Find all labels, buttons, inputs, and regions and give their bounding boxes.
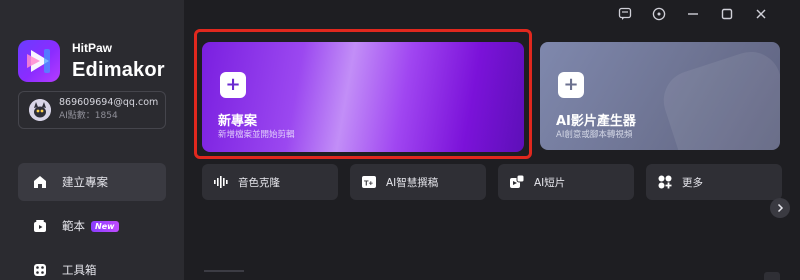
sidebar-item-templates[interactable]: 範本 New [18,207,166,245]
section-heading-stub [204,270,244,280]
brand-product: Edimakor [72,59,165,81]
scroll-stub [764,272,780,280]
brand-company: HitPaw [72,41,113,55]
ai-video-generator-card[interactable]: + AI影片產生器 AI創意或腳本轉視頻 [540,42,780,150]
sidebar-item-label: 建立專案 [62,175,108,189]
tool-label: 音色克隆 [238,176,280,189]
brand: HitPaw Edimakor [18,40,165,82]
chevron-right-icon [777,203,784,213]
grid-more-icon [656,173,674,191]
tool-label: AI智慧撰稿 [386,176,439,189]
ai-video-title: AI影片產生器 [556,114,636,129]
template-icon [30,216,50,236]
feedback-icon[interactable] [608,5,642,23]
avatar [29,99,51,121]
new-badge: New [91,220,119,232]
tool-label: 更多 [682,176,703,189]
sidebar-item-toolbox[interactable]: 工具箱 [18,251,166,280]
scroll-right-button[interactable] [770,198,790,218]
ai-clip-icon [508,173,526,191]
account-card[interactable]: 869609694@qq.com AI點數：1854 [18,91,166,129]
account-points: AI點數：1854 [59,111,118,122]
info-icon[interactable] [642,5,676,23]
sidebar-item-create-project[interactable]: 建立專案 [18,163,166,201]
ai-script-button[interactable]: T+ AI智慧撰稿 [350,164,486,200]
sidebar-item-label: 工具箱 [62,263,97,277]
ai-video-subtitle: AI創意或腳本轉視頻 [556,130,633,140]
ai-script-icon: T+ [360,173,378,191]
plus-icon: + [558,72,584,98]
waveform-icon [212,173,230,191]
window-controls [608,5,778,23]
more-tools-button[interactable]: 更多 [646,164,782,200]
highlight-frame [194,29,532,159]
voice-clone-button[interactable]: 音色克隆 [202,164,338,200]
play-shape-decoration [655,44,780,150]
toolbox-icon [30,260,50,280]
tool-label: AI短片 [534,176,566,189]
sidebar: HitPaw Edimakor 869609694@qq.com AI點數：18… [0,0,184,280]
home-icon [30,172,50,192]
account-email: 869609694@qq.com [59,97,159,109]
sidebar-item-label: 範本 [62,219,85,233]
maximize-icon[interactable] [710,5,744,23]
minimize-icon[interactable] [676,5,710,23]
edimakor-logo-icon [18,40,60,82]
ai-short-video-button[interactable]: AI短片 [498,164,634,200]
close-icon[interactable] [744,5,778,23]
svg-text:T+: T+ [364,179,374,188]
